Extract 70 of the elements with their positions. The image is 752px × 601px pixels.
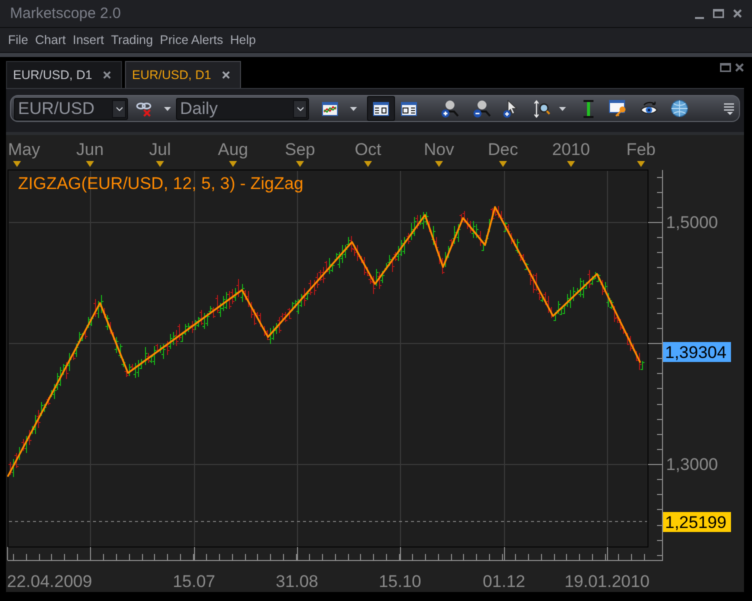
date-label: 22.04.2009 <box>7 572 92 591</box>
tab[interactable]: EUR/USD, D1 <box>6 61 122 88</box>
date-label: 31.08 <box>276 572 318 591</box>
month-marker-icon <box>229 161 237 167</box>
indicator-legend: ZIGZAG(EUR/USD, 12, 5, 3) - ZigZag <box>18 174 304 193</box>
month-marker-icon <box>499 161 507 167</box>
close-icon[interactable] <box>733 9 742 18</box>
price-tag: 1,39304 <box>663 342 731 362</box>
menu-item[interactable]: Trading <box>111 34 153 46</box>
month-marker-icon <box>86 161 94 167</box>
month-marker-icon <box>156 161 164 167</box>
month-marker-icon <box>364 161 372 167</box>
tab[interactable]: EUR/USD, D1 <box>125 61 241 88</box>
chevron-down-icon[interactable] <box>296 106 304 110</box>
month-marker-icon <box>13 161 21 167</box>
window-icon[interactable] <box>373 102 389 116</box>
caret-icon[interactable] <box>350 106 357 110</box>
date-label: 01.12 <box>482 572 526 591</box>
chevron-down-icon[interactable] <box>116 106 122 110</box>
date-label: 15.10 <box>378 572 422 591</box>
user-plus-icon[interactable] <box>441 100 459 118</box>
close-icon[interactable] <box>103 71 111 79</box>
window-title: Marketscope 2.0 <box>10 6 121 21</box>
date-label: 15.07 <box>172 572 216 591</box>
view-toggle[interactable] <box>367 96 395 121</box>
menu-item[interactable]: Insert <box>72 34 104 46</box>
month-label: Nov <box>424 140 454 159</box>
window-key-icon[interactable] <box>609 100 627 117</box>
chain-icon[interactable] <box>136 100 152 116</box>
month-label: Jun <box>76 140 104 159</box>
month-marker-icon <box>637 161 645 167</box>
price-label: 1,3000 <box>666 455 718 474</box>
month-marker-icon <box>296 161 304 167</box>
line-chart-icon[interactable] <box>322 102 338 116</box>
month-label: Dec <box>488 140 518 159</box>
maximize-icon[interactable] <box>720 63 731 72</box>
month-label: 2010 <box>552 140 590 159</box>
minimize-icon[interactable] <box>695 16 704 18</box>
window-icon[interactable] <box>401 102 417 116</box>
menu-item[interactable]: Help <box>230 34 256 46</box>
dropdown-button[interactable] <box>112 100 126 118</box>
price-label: 1,5000 <box>666 213 718 232</box>
caret-icon[interactable] <box>164 106 171 110</box>
menu-item[interactable]: File <box>8 34 28 46</box>
month-marker-icon <box>435 161 443 167</box>
close-icon[interactable] <box>735 63 744 72</box>
month-label: Oct <box>354 140 382 159</box>
caret-icon[interactable] <box>559 106 566 110</box>
cursor-plus-icon[interactable] <box>503 100 517 118</box>
price-tag: 1,25199 <box>663 512 731 532</box>
menu-icon[interactable] <box>724 102 734 114</box>
close-icon[interactable] <box>222 71 230 79</box>
month-label: Feb <box>626 140 656 159</box>
month-marker-icon <box>567 161 575 167</box>
menu-item[interactable]: Price Alerts <box>160 34 224 46</box>
vertical-zoom-icon[interactable] <box>534 100 550 118</box>
date-label: 19.01.2010 <box>564 572 650 591</box>
dropdown-button[interactable] <box>293 100 307 118</box>
user-minus-icon[interactable] <box>473 100 491 118</box>
month-label: Sep <box>284 140 316 159</box>
period-dropdown[interactable]: Daily <box>176 98 309 120</box>
globe-icon[interactable] <box>671 100 688 117</box>
maximize-icon[interactable] <box>713 9 724 18</box>
i-beam-icon[interactable] <box>583 100 594 118</box>
month-label: Jul <box>149 140 171 159</box>
symbol-dropdown[interactable]: EUR/USD <box>14 98 128 120</box>
month-label: Aug <box>218 140 248 159</box>
month-label: May <box>8 140 40 159</box>
eye-icon[interactable] <box>640 100 658 116</box>
menu-item[interactable]: Chart <box>35 34 66 46</box>
